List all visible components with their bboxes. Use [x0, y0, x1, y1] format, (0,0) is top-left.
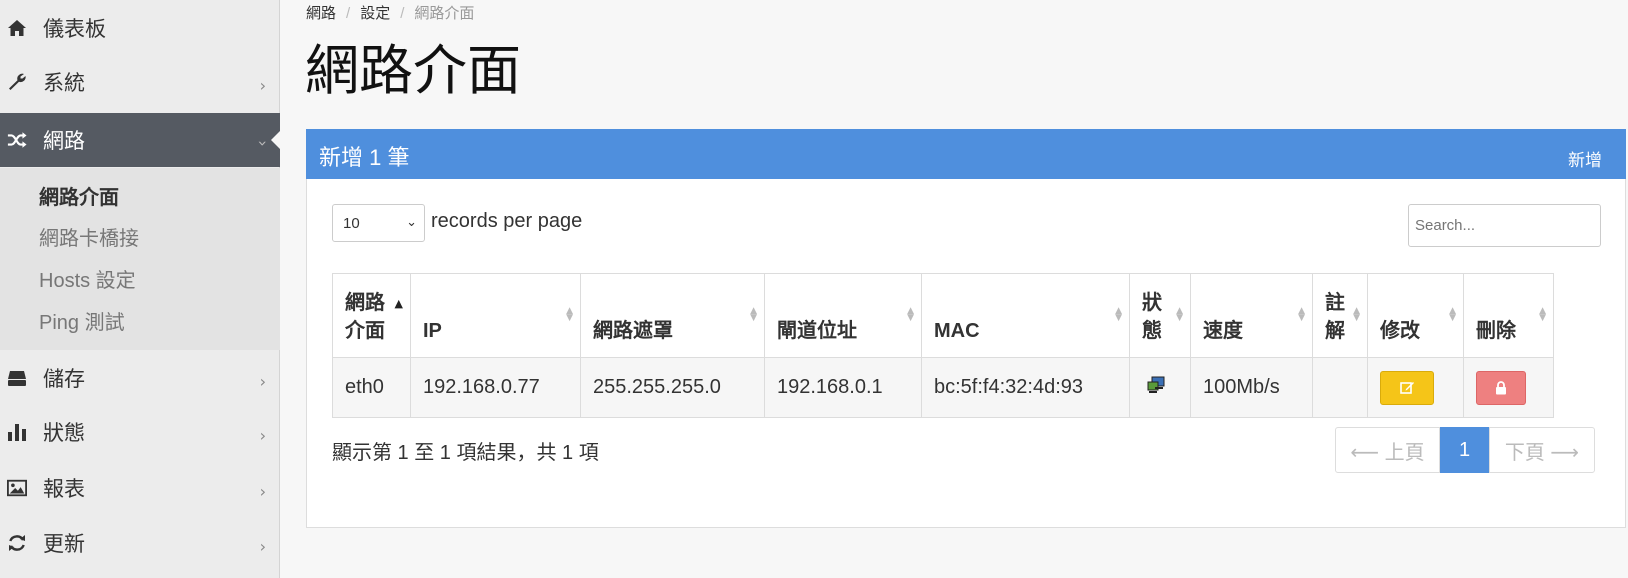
prev-page-button[interactable]: ⟵ 上頁 [1335, 427, 1440, 473]
chevron-right-icon: › [259, 372, 266, 391]
breadcrumb-separator: / [346, 5, 351, 22]
cell-delete [1463, 357, 1554, 418]
breadcrumb-network[interactable]: 網路 [306, 5, 336, 22]
page-title: 網路介面 [305, 41, 521, 101]
sidebar-subitem-ping[interactable]: Ping 測試 [39, 306, 125, 335]
add-link[interactable]: 新增 [1568, 146, 1602, 171]
panel-header: 新增 1 筆 新增 [306, 129, 1626, 179]
search-input[interactable] [1408, 204, 1601, 247]
column-header-gateway[interactable]: 閘道位址 ▲ ▼ [764, 273, 922, 358]
sort-icon: ▲ ▼ [1449, 306, 1456, 323]
cell-netmask: 255.255.255.0 [580, 357, 765, 418]
sidebar-item-storage[interactable]: 儲存 › [0, 351, 280, 405]
cell-interface: eth0 [332, 357, 411, 418]
column-header-mac[interactable]: MAC ▲ ▼ [921, 273, 1130, 358]
sidebar-item-system[interactable]: 系統 › [0, 55, 280, 109]
interfaces-table: 網路介面 ▲ IP ▲▼ 網路遮罩 ▲▼ 閘道位址 ▲▼ MAC ▲▼ [332, 273, 1554, 418]
bar-chart-icon [7, 422, 27, 442]
hdd-icon [7, 368, 27, 388]
refresh-icon [7, 533, 27, 553]
home-icon [7, 18, 27, 38]
records-per-page-label: records per page [431, 210, 583, 232]
table-header-row: 網路介面 ▲ IP ▲▼ 網路遮罩 ▲▼ 閘道位址 ▲▼ MAC ▲▼ [332, 273, 1554, 358]
sidebar-item-reports[interactable]: 報表 › [0, 461, 280, 515]
column-header-edit[interactable]: 修改 ▲ ▼ [1367, 273, 1464, 358]
sort-icon: ▲ ▼ [1353, 306, 1360, 323]
sidebar-subitem-hosts[interactable]: Hosts 設定 [39, 264, 136, 293]
edit-button[interactable] [1380, 370, 1434, 405]
delete-button[interactable] [1476, 370, 1526, 405]
chevron-right-icon: › [259, 482, 266, 501]
edit-icon [1399, 382, 1414, 394]
sidebar-item-network[interactable]: 網路 › [0, 113, 281, 167]
sidebar-subitem-interfaces[interactable]: 網路介面 [39, 181, 119, 210]
sort-asc-icon: ▲ [394, 297, 403, 310]
sort-icon: ▲ ▼ [907, 306, 914, 323]
chevron-right-icon: › [259, 76, 266, 95]
sidebar-item-label: 報表 [43, 478, 85, 501]
sidebar-item-label: 網路 [43, 130, 85, 153]
sidebar-item-update[interactable]: 更新 › [0, 516, 280, 570]
cell-ip: 192.168.0.77 [410, 357, 581, 418]
chevron-down-icon: ⌄ [406, 215, 417, 230]
table-info: 顯示第 1 至 1 項結果，共 1 項 [332, 442, 599, 464]
sort-icon: ▲ ▼ [1115, 306, 1122, 323]
interfaces-panel: 新增 1 筆 新增 10 ⌄ records per page 網路介面 ▲ I… [306, 129, 1626, 528]
column-header-status[interactable]: 狀態 ▲ ▼ [1129, 273, 1191, 358]
column-header-interface[interactable]: 網路 介面 ▲ [332, 273, 411, 358]
sort-icon: ▲ ▼ [1539, 306, 1546, 323]
cell-speed: 100Mb/s [1190, 357, 1313, 418]
next-page-button[interactable]: 下頁 ⟶ [1489, 427, 1595, 473]
lock-icon [1496, 380, 1506, 394]
cell-gateway: 192.168.0.1 [764, 357, 922, 418]
column-header-ip[interactable]: IP ▲ ▼ [410, 273, 581, 358]
sidebar-item-label: 狀態 [43, 422, 85, 445]
records-per-page-value: 10 [343, 214, 360, 232]
sidebar-item-label: 系統 [43, 72, 85, 95]
panel-title: 新增 1 筆 [319, 145, 410, 170]
breadcrumb: 網路 / 設定 / 網路介面 [306, 2, 474, 23]
breadcrumb-separator: / [400, 5, 405, 22]
sidebar-item-label: 儲存 [43, 368, 85, 391]
column-header-note[interactable]: 註解 ▲ ▼ [1312, 273, 1368, 358]
sidebar-item-label: 儀表板 [43, 18, 106, 41]
cell-edit [1367, 357, 1464, 418]
sort-icon: ▲ ▼ [566, 306, 573, 323]
cell-mac: bc:5f:f4:32:4d:93 [921, 357, 1130, 418]
network-connected-icon [1146, 376, 1178, 400]
records-per-page-select[interactable]: 10 ⌄ [332, 204, 425, 242]
cell-status [1129, 357, 1191, 418]
table-row: eth0 192.168.0.77 255.255.255.0 192.168.… [332, 357, 1554, 418]
breadcrumb-settings[interactable]: 設定 [360, 5, 390, 22]
column-header-netmask[interactable]: 網路遮罩 ▲ ▼ [580, 273, 765, 358]
cell-note [1312, 357, 1368, 418]
chevron-down-icon: › [253, 140, 273, 147]
chevron-right-icon: › [259, 426, 266, 445]
column-header-delete[interactable]: 刪除 ▲ ▼ [1463, 273, 1554, 358]
sort-icon: ▲ ▼ [1298, 306, 1305, 323]
pagination: ⟵ 上頁 1 下頁 ⟶ [1335, 427, 1595, 473]
shuffle-icon [7, 130, 27, 150]
sort-icon: ▲ ▼ [750, 306, 757, 323]
sidebar-item-label: 更新 [43, 533, 85, 556]
sidebar: 儀表板 系統 › 網路 › 網路介面 網路卡橋接 Hosts 設定 Ping 測… [0, 0, 281, 578]
image-icon [7, 478, 27, 498]
page-1-button[interactable]: 1 [1440, 427, 1489, 473]
network-submenu: 網路介面 網路卡橋接 Hosts 設定 Ping 測試 [0, 168, 280, 350]
sidebar-subitem-bridge[interactable]: 網路卡橋接 [39, 222, 139, 251]
wrench-icon [7, 72, 27, 92]
column-header-speed[interactable]: 速度 ▲ ▼ [1190, 273, 1313, 358]
breadcrumb-current: 網路介面 [414, 5, 475, 22]
sidebar-item-dashboard[interactable]: 儀表板 [0, 1, 280, 55]
chevron-right-icon: › [259, 537, 266, 556]
sort-icon: ▲ ▼ [1176, 306, 1183, 323]
sidebar-item-status[interactable]: 狀態 › [0, 405, 280, 459]
